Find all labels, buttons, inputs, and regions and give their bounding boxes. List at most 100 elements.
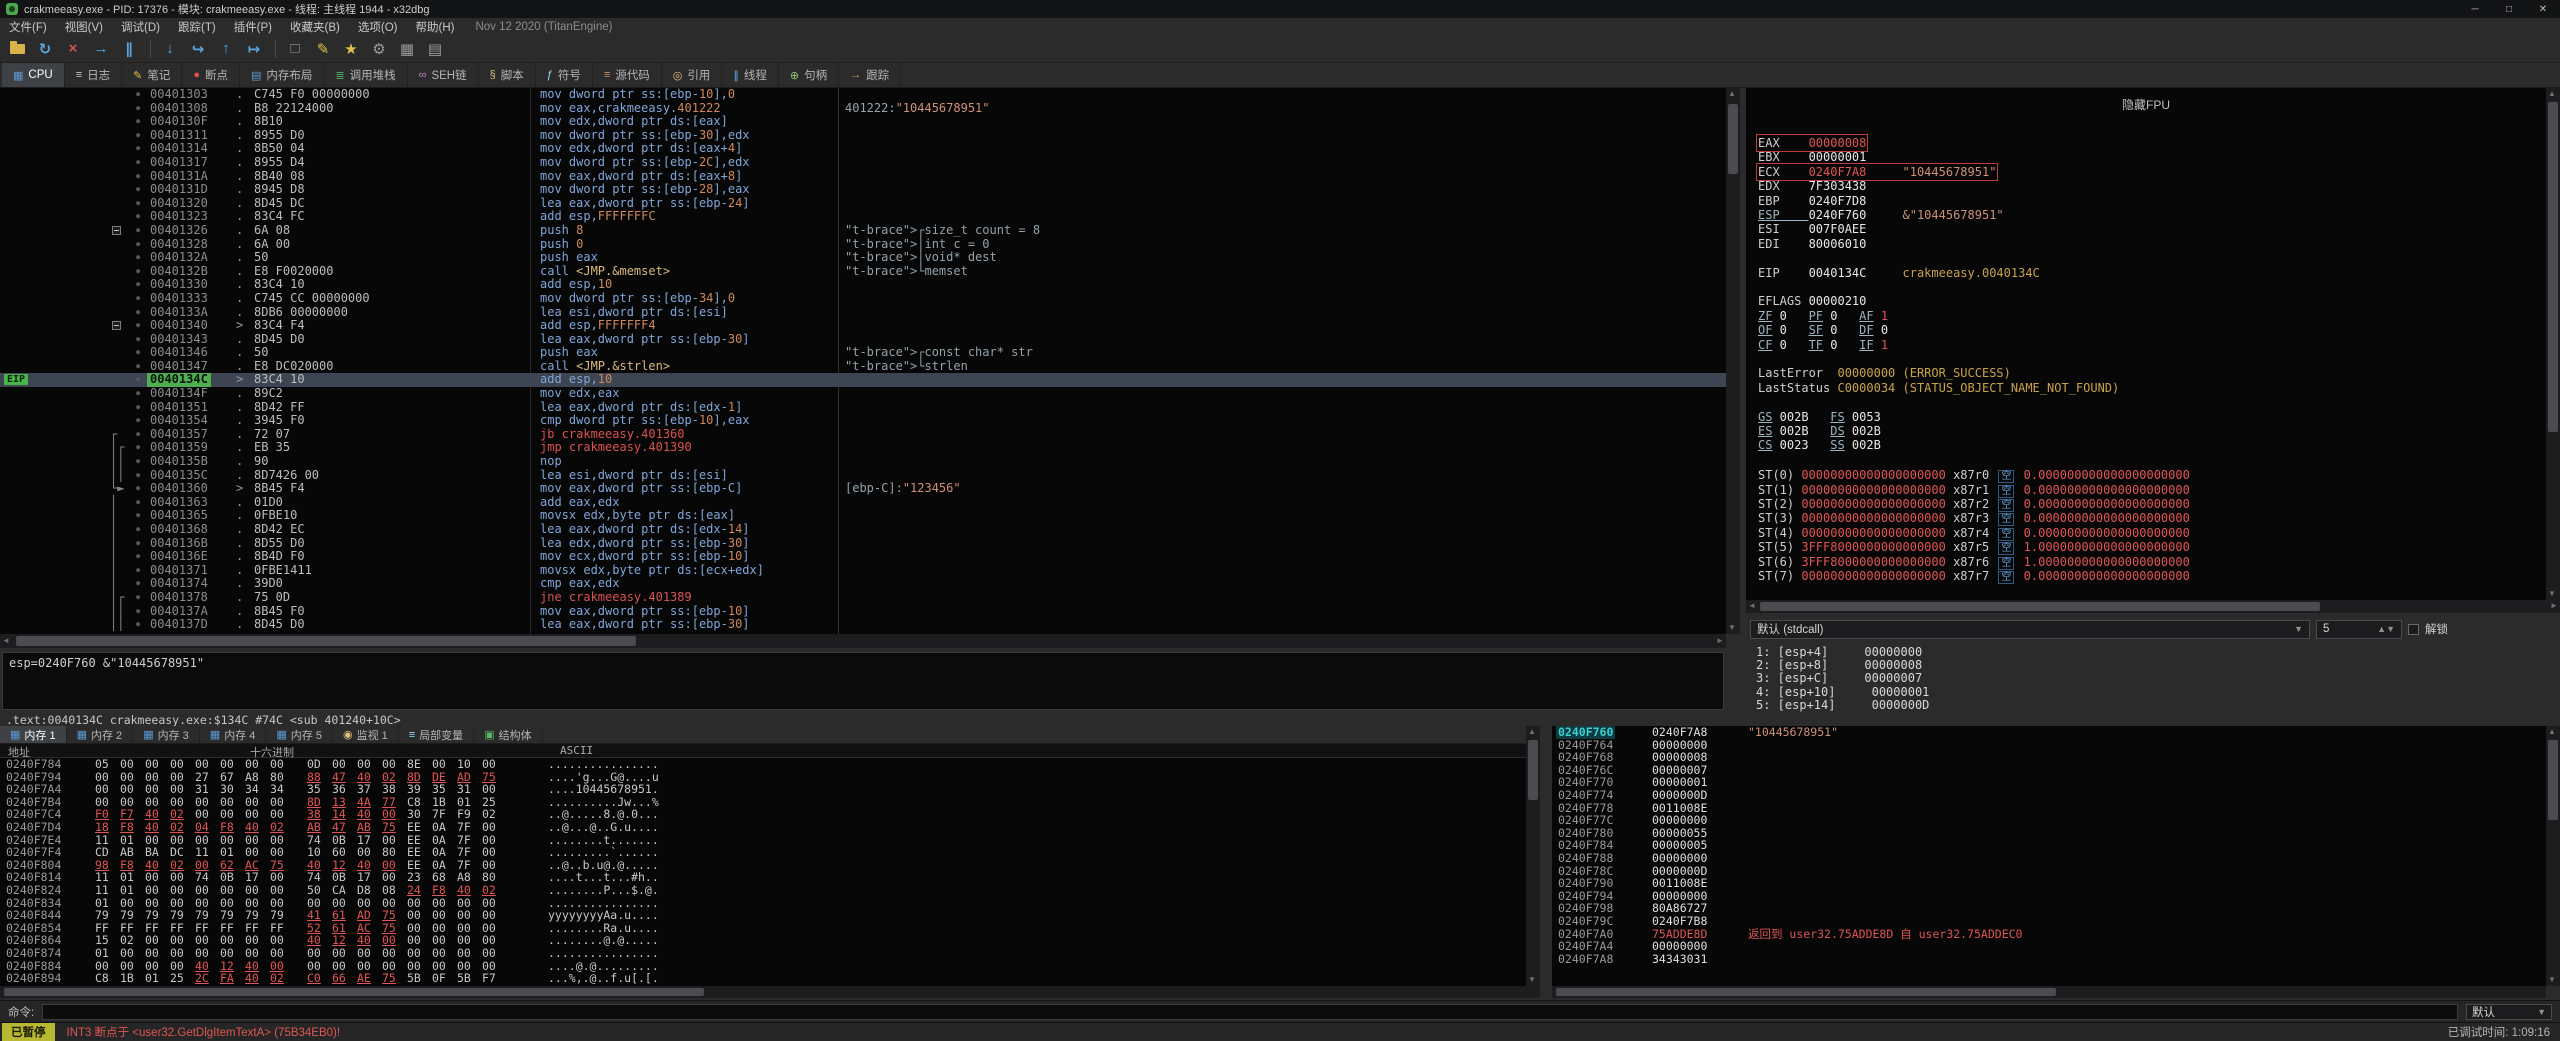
dump-row[interactable]: 0240F7A4 00 00 00 00 31 30 34 34 35 36 37 38 39 35 31 00… <box>0 783 1526 796</box>
tab-跟踪[interactable]: → 跟踪 <box>839 63 902 87</box>
tab-CPU[interactable]: ▦ CPU <box>2 63 65 87</box>
breakpoint-dot[interactable]: ● <box>136 210 140 224</box>
stack-vscrollbar[interactable]: ▲ ▼ <box>2546 726 2560 986</box>
breakpoint-dot[interactable]: ● <box>136 292 140 306</box>
breakpoint-dot[interactable]: ● <box>136 265 140 279</box>
stack-row[interactable]: 0240F77C 00000000 <box>1552 814 2546 827</box>
breakpoint-dot[interactable]: ● <box>136 605 140 619</box>
stack-row[interactable]: 0240F7A4 00000000 <box>1552 940 2546 953</box>
memory-dump-rows[interactable]: 0240F784 05 00 00 00 00 00 00 00 0D 00 00 00 8E 00 10 00… <box>0 758 1526 986</box>
dump-tab-内存 2[interactable]: ▦ 内存 2 <box>67 726 134 743</box>
disasm-row[interactable]: ● │ 00401365. 0FBE10 movsx edx,byte ptr ds:[… <box>0 509 1726 523</box>
breakpoint-dot[interactable]: ● <box>136 537 140 551</box>
restart-button[interactable]: ↻ <box>32 37 58 61</box>
disasm-row[interactable]: ● 00401346. 50 push eax "t-brace">┌const cha… <box>0 345 1726 360</box>
run-button[interactable]: → <box>88 37 114 61</box>
register-line[interactable]: EBX 00000001 <box>1758 150 1866 164</box>
register-line[interactable]: EIP 0040134C crakmeeasy.0040134C <box>1758 266 2040 280</box>
title-bar[interactable]: crakmeeasy.exe - PID: 17376 - 模块: crakme… <box>0 0 2560 18</box>
disasm-row[interactable]: ● │┌ 00401378. 75 0D jne crakmeeasy.401389 <box>0 590 1726 605</box>
breakpoint-dot[interactable]: ● <box>136 401 140 415</box>
memory-map-tool-button[interactable]: ▤ <box>422 37 448 61</box>
hide-fpu-button[interactable]: 隐藏FPU <box>1746 96 2546 113</box>
register-line[interactable]: ST(6) 3FFF8000000000000000 x87r6 空 1.000… <box>1758 554 2190 570</box>
breakpoint-dot[interactable]: ● <box>136 591 140 605</box>
disasm-row[interactable]: ● 00401308. B8 22124000 mov eax,crakmeeasy.… <box>0 101 1726 116</box>
breakpoint-dot[interactable]: ● <box>136 129 140 143</box>
stack-row[interactable]: 0240F790 0011008E <box>1552 877 2546 890</box>
menu-item-1[interactable]: 视图(V) <box>56 22 112 34</box>
calling-convention-select[interactable]: 默认 (stdcall) ▼ <box>1750 619 2310 639</box>
disasm-row[interactable]: ● 0040130F. 8B10 mov edx,dword ptr ds:[eax] <box>0 115 1726 129</box>
tab-源代码[interactable]: ≡ 源代码 <box>593 63 662 87</box>
favourites-button[interactable]: ★ <box>338 37 364 61</box>
disasm-row[interactable]: ● 00401330. 83C4 10 add esp,10 <box>0 278 1726 292</box>
registers-pane[interactable]: 隐藏FPU EAX 00000008 EBX 00000001 ECX 0240F7… <box>1746 88 2546 600</box>
stack-row[interactable]: 0240F760 0240F7A8 "10445678951" <box>1552 726 2546 739</box>
register-line[interactable]: ZF 0 PF 0 AF 1 <box>1758 309 1888 323</box>
disasm-row[interactable]: ● 00401347. E8 DC020000 call <JMP.&strlen> "… <box>0 359 1726 374</box>
disasm-row[interactable]: ● 00401311. 8955 D0 mov dword ptr ss:[ebp-3… <box>0 128 1726 143</box>
collapse-box-icon[interactable] <box>112 225 121 235</box>
tab-脚本[interactable]: § 脚本 <box>479 63 536 87</box>
menu-item-6[interactable]: 选项(O) <box>349 22 407 34</box>
register-line[interactable]: ES 002B DS 002B <box>1758 424 1881 438</box>
register-line[interactable]: CS 0023 SS 002B <box>1758 438 1881 452</box>
breakpoint-dot[interactable]: ● <box>136 102 140 116</box>
register-line[interactable]: GS 002B FS 0053 <box>1758 410 1881 424</box>
breakpoint-dot[interactable]: ● <box>136 197 140 211</box>
register-line[interactable]: ESI 007F0AEE <box>1758 222 1866 236</box>
breakpoint-dot[interactable]: ● <box>136 550 140 564</box>
collapse-box-icon[interactable] <box>112 321 121 331</box>
breakpoint-dot[interactable]: ● <box>136 238 140 252</box>
disasm-row[interactable]: ● │┌ 00401359. EB 35 jmp crakmeeasy.401390 <box>0 441 1726 455</box>
disasm-row[interactable]: ● ││ 0040135C. 8D7426 00 lea esi,dword ptr d… <box>0 468 1726 483</box>
breakpoint-dot[interactable]: ● <box>136 278 140 292</box>
registers-vscrollbar[interactable]: ▲ ▼ <box>2546 88 2560 600</box>
dump-tab-内存 1[interactable]: ▦ 内存 1 <box>0 726 67 743</box>
dump-tab-内存 4[interactable]: ▦ 内存 4 <box>200 726 267 743</box>
register-line[interactable]: ESP 0240F760 &"10445678951" <box>1758 208 2004 222</box>
command-input[interactable] <box>42 1003 2458 1020</box>
register-line[interactable]: EDI 80006010 <box>1758 237 1866 251</box>
stack-hscrollbar[interactable] <box>1552 986 2546 998</box>
stack-row[interactable]: 0240F7A8 34343031 <box>1552 953 2546 966</box>
dump-row[interactable]: 0240F844 79 79 79 79 79 79 79 79 41 61 AD 75 00 00 00 00… <box>0 909 1526 922</box>
disasm-hscrollbar[interactable]: ◄ ► <box>0 634 1726 648</box>
menu-item-5[interactable]: 收藏夹(B) <box>281 22 349 34</box>
stack-pane[interactable]: 0240F760 0240F7A8 "10445678951" 0240F764 000… <box>1552 726 2546 986</box>
stack-row[interactable]: 0240F788 00000000 <box>1552 852 2546 865</box>
register-line[interactable]: EBP 0240F7D8 <box>1758 194 1866 208</box>
tab-符号[interactable]: ƒ 符号 <box>536 63 593 87</box>
register-line[interactable]: ST(0) 00000000000000000000 x87r0 空 0.000… <box>1758 467 2190 484</box>
menu-item-2[interactable]: 调试(D) <box>112 22 169 34</box>
disasm-row[interactable]: ● 00401317. 8955 D4 mov dword ptr ss:[ebp-2… <box>0 155 1726 170</box>
menu-item-7[interactable]: 帮助(H) <box>406 22 463 34</box>
dump-row[interactable]: 0240F7F4 CD AB BA DC 11 01 00 00 10 60 00 80 EE 0A 7F 00… <box>0 846 1526 859</box>
disasm-vscrollbar[interactable]: ▲ ▼ <box>1726 88 1740 634</box>
tab-断点[interactable]: ● 断点 <box>182 63 240 87</box>
dump-tab-结构体[interactable]: ▣ 结构体 <box>474 726 543 743</box>
breakpoint-dot[interactable]: ● <box>136 319 140 333</box>
disasm-row[interactable]: ● └► 00401360 >8B45 F4 mov eax,dword ptr ss:… <box>0 481 1726 496</box>
dump-row[interactable]: 0240F874 01 00 00 00 00 00 00 00 00 00 00 00 00 00 00 00… <box>0 947 1526 960</box>
breakpoint-dot[interactable]: ● <box>136 373 140 387</box>
disasm-row[interactable]: ● 00401340 >83C4 F4 add esp,FFFFFFF4 <box>0 318 1726 333</box>
breakpoint-dot[interactable]: ● <box>136 441 140 455</box>
patch-button[interactable]: ✎ <box>310 37 336 61</box>
dump-row[interactable]: 0240F824 11 01 00 00 00 00 00 00 50 CA D8 08 24 F8 40 02… <box>0 884 1526 897</box>
disasm-row[interactable]: ● 00401343. 8D45 D0 lea eax,dword ptr ss:[e… <box>0 332 1726 347</box>
breakpoint-dot[interactable]: ● <box>136 414 140 428</box>
dump-tab-内存 5[interactable]: ▦ 内存 5 <box>266 726 333 743</box>
breakpoint-dot[interactable]: ● <box>136 156 140 170</box>
register-line[interactable]: ST(1) 00000000000000000000 x87r1 空 0.000… <box>1758 482 2190 498</box>
disasm-row[interactable]: ● 00401354. 3945 F0 cmp dword ptr ss:[ebp-1… <box>0 413 1726 428</box>
unlock-checkbox[interactable] <box>2408 623 2419 635</box>
registers-hscrollbar[interactable]: ◄ ► <box>1746 600 2560 613</box>
register-line[interactable]: CF 0 TF 0 IF 1 <box>1758 338 1888 352</box>
disasm-row[interactable]: ● 00401320. 8D45 DC lea eax,dword ptr ss:[e… <box>0 196 1726 211</box>
dump-tab-局部变量[interactable]: ≡ 局部变量 <box>399 726 475 743</box>
command-profile-select[interactable]: 默认 ▼ <box>2466 1003 2552 1020</box>
execute-till-return-button[interactable]: ↑ <box>213 37 239 61</box>
step-over-button[interactable]: ↪ <box>185 37 211 61</box>
